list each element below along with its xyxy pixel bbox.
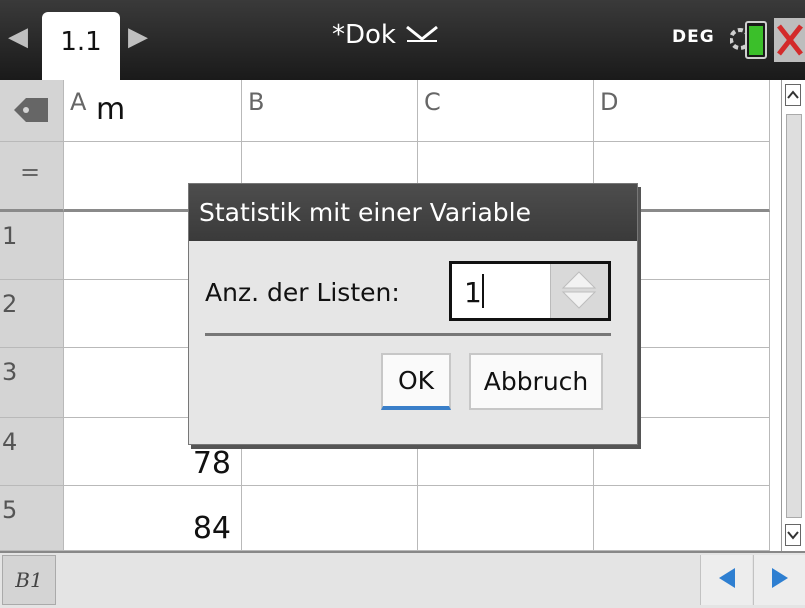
row-number: 3 xyxy=(2,358,18,386)
row-number: 5 xyxy=(2,496,18,524)
chevron-down-icon xyxy=(404,20,440,50)
battery-icon xyxy=(729,16,772,66)
formula-row-header: = xyxy=(0,142,64,212)
angle-mode-indicator: DEG xyxy=(672,27,715,47)
row-header[interactable]: 3 xyxy=(0,348,64,418)
nav-right-button[interactable] xyxy=(753,555,805,605)
cell-value: 84 xyxy=(192,511,231,546)
nav-left-button[interactable] xyxy=(700,555,752,605)
cell-c5[interactable] xyxy=(418,486,594,551)
cell-reference: B1 xyxy=(2,555,56,605)
row-header[interactable]: 2 xyxy=(0,280,64,348)
entry-line-bar: B1 xyxy=(0,551,805,608)
triangle-right-icon xyxy=(770,566,790,594)
triangle-left-icon xyxy=(717,566,737,594)
number-of-lists-label: Anz. der Listen: xyxy=(205,278,400,307)
right-arrow-icon[interactable]: ▶ xyxy=(128,22,148,52)
column-letter: A xyxy=(70,88,87,116)
one-variable-statistics-dialog: Statistik mit einer Variable Anz. der Li… xyxy=(188,183,638,445)
cell-d5[interactable] xyxy=(594,486,770,551)
tab-1-1[interactable]: 1.1 xyxy=(42,12,120,80)
scroll-thumb[interactable] xyxy=(786,114,802,518)
column-letter: B xyxy=(248,88,265,116)
close-icon[interactable] xyxy=(774,18,805,66)
column-name: m xyxy=(96,92,126,127)
input-value: 1 xyxy=(464,276,482,309)
dialog-title: Statistik mit einer Variable xyxy=(189,184,637,241)
tab-label: 1.1 xyxy=(60,27,102,57)
row-header[interactable]: 1 xyxy=(0,212,64,280)
column-letter: C xyxy=(424,88,441,116)
cancel-button[interactable]: Abbruch xyxy=(469,353,603,410)
row-header[interactable]: 5 xyxy=(0,486,64,551)
cell-a5[interactable]: 84 xyxy=(64,486,242,551)
row-number: 2 xyxy=(2,290,18,318)
dialog-separator xyxy=(205,333,611,336)
document-title: *Dok xyxy=(332,20,396,50)
left-arrow-icon[interactable]: ◀ xyxy=(8,22,28,52)
vertical-scrollbar[interactable] xyxy=(781,80,805,551)
row-number: 1 xyxy=(2,222,18,250)
ok-button[interactable]: OK xyxy=(381,353,451,410)
entry-line-input[interactable] xyxy=(58,555,696,605)
column-header-c[interactable]: C xyxy=(418,80,594,142)
column-header-d[interactable]: D xyxy=(594,80,770,142)
number-of-lists-input[interactable]: 1 xyxy=(449,261,611,321)
text-caret xyxy=(482,274,484,308)
document-title-menu[interactable]: *Dok xyxy=(332,20,440,50)
top-bar: ◀ 1.1 ▶ *Dok DEG xyxy=(0,0,805,80)
column-header-b[interactable]: B xyxy=(242,80,418,142)
scroll-down-icon[interactable] xyxy=(785,524,801,550)
scroll-up-icon[interactable] xyxy=(785,84,801,110)
formula-row-symbol: = xyxy=(20,158,41,186)
tag-icon xyxy=(12,96,50,130)
column-letter: D xyxy=(600,88,619,116)
cell-value: 78 xyxy=(192,446,231,481)
spinner-up-down-icon[interactable] xyxy=(550,264,608,318)
variable-tag-cell xyxy=(0,80,64,142)
cell-b5[interactable] xyxy=(242,486,418,551)
column-header-a[interactable]: A m xyxy=(64,80,242,142)
row-number: 4 xyxy=(2,428,18,456)
row-header[interactable]: 4 xyxy=(0,418,64,486)
